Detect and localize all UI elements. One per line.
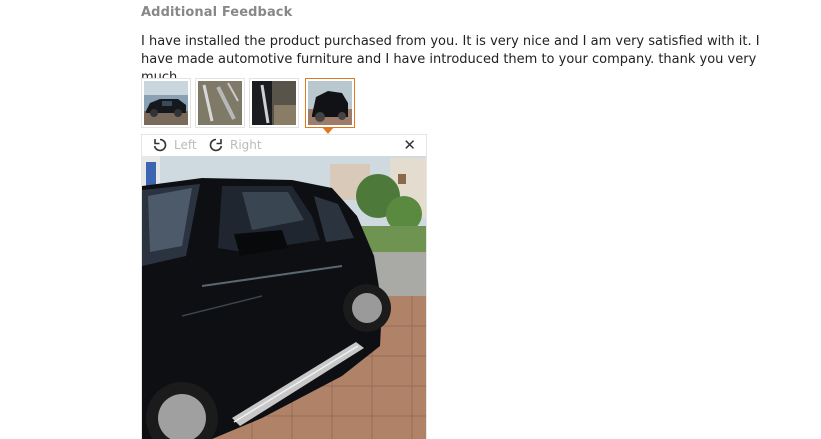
main-photo [142,156,426,439]
thumbnail-3[interactable] [249,78,299,128]
image-viewer: Left Right ✕ [141,134,427,439]
viewer-toolbar: Left Right ✕ [142,135,426,155]
selected-thumbnail-pointer [322,127,334,134]
rotate-right-icon [208,137,224,153]
rotate-left-button[interactable]: Left [152,136,197,154]
car-photo-image [142,156,426,439]
rotate-right-label: Right [230,138,262,152]
close-icon[interactable]: ✕ [403,136,416,154]
section-title: Additional Feedback [141,5,293,20]
thumbnail-4[interactable] [305,78,355,128]
thumbnail-1[interactable] [141,78,191,128]
thumbnail-2[interactable] [195,78,245,128]
rotate-left-icon [152,137,168,153]
photo-step-bar-thumbnail [198,81,242,125]
photo-car-side-thumbnail [144,81,188,125]
rotate-left-label: Left [174,138,197,152]
photo-car-front-thumbnail [308,81,352,125]
photo-step-installed-thumbnail [252,81,296,125]
rotate-right-button[interactable]: Right [208,136,262,154]
